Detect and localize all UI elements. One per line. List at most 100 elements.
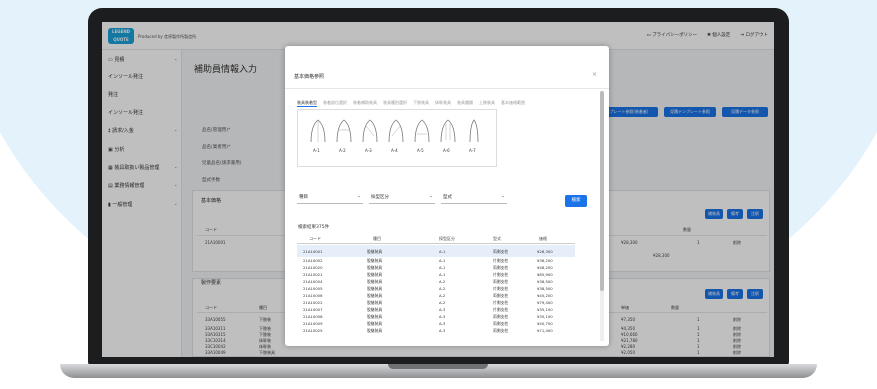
filter-mold-select[interactable] <box>369 203 435 204</box>
shape-label: A-1 <box>313 148 320 153</box>
table-cell: A-1 <box>439 265 446 270</box>
table-cell: 両側支柱 <box>493 328 509 333</box>
table-cell: ¥85,900 <box>537 272 553 277</box>
table-cell: 21A10004 <box>303 279 323 284</box>
shape-label: A-4 <box>391 148 398 153</box>
tab-active[interactable]: 装具装着型 <box>297 100 317 107</box>
table-cell: A-3 <box>439 307 446 312</box>
body-shape-a6[interactable] <box>438 116 458 144</box>
body-shape-a5[interactable] <box>412 116 432 144</box>
table-cell: 21A10002 <box>303 258 323 263</box>
table-cell: 21A10020 <box>303 265 323 270</box>
table-row[interactable]: 21A10008 股継装具 A-3 両側支柱 ¥35,100 <box>297 313 575 320</box>
table-cell: ¥28,300 <box>537 249 553 254</box>
table-cell: 21A10005 <box>303 286 323 291</box>
tab[interactable]: 体幹装具 <box>435 100 451 107</box>
filter-model-select[interactable] <box>441 203 507 204</box>
tab[interactable]: 下肢装具 <box>413 100 429 107</box>
table-row[interactable]: 21A10025 股継装具 A-3 両側支柱 ¥71,400 <box>297 327 575 334</box>
col-header: 採型区分 <box>439 236 455 241</box>
table-row[interactable]: 21A10005 股継装具 A-2 片側支柱 ¥38,500 <box>297 285 575 292</box>
body-shape-a3[interactable] <box>360 116 380 144</box>
table-cell: ¥71,400 <box>537 328 553 333</box>
table-cell: 21A10006 <box>303 293 323 298</box>
body-shape-a2[interactable] <box>334 116 354 144</box>
table-cell: ¥36,200 <box>537 258 553 263</box>
table-cell: A-3 <box>439 321 446 326</box>
close-icon[interactable]: × <box>592 71 597 78</box>
search-button[interactable]: 検索 <box>565 195 587 207</box>
body-shape-a1[interactable] <box>308 116 328 144</box>
body-shape-a4[interactable] <box>386 116 406 144</box>
table-cell: ¥38,500 <box>537 286 553 291</box>
filter-item-select[interactable] <box>297 203 363 204</box>
table-cell: 21A10021 <box>303 272 323 277</box>
table-row[interactable]: 21A10009 股継装具 A-3 両側支柱 ¥40,700 <box>297 320 575 327</box>
chevron-down-icon: ⌄ <box>357 194 361 199</box>
col-header: コード <box>309 236 321 241</box>
tab[interactable]: 装具種別選択 <box>383 100 407 107</box>
table-row[interactable]: 21A10004 股継装具 A-2 両側支柱 ¥38,500 <box>297 278 575 285</box>
laptop-notch <box>388 364 488 369</box>
table-cell: ¥35,100 <box>537 314 553 319</box>
table-cell: 21A10008 <box>303 314 323 319</box>
shape-label: A-7 <box>469 148 476 153</box>
col-header: 価格 <box>539 236 547 241</box>
background: LEGEND QUOTE Produced by 荏原製作所製造所 ▭ プライバ… <box>0 0 877 389</box>
table-cell: 両側支柱 <box>493 249 509 254</box>
table-cell: ¥38,500 <box>537 279 553 284</box>
tab[interactable]: 上肢装具 <box>479 100 495 107</box>
tab[interactable]: 装着部位選択 <box>323 100 347 107</box>
base-price-modal: 基本価格参照 × 装具装着型 装着部位選択 装着補助装具 装具種別選択 下肢装具… <box>285 46 609 346</box>
table-row[interactable]: 21A10006 股継装具 A-2 両側支柱 ¥45,200 <box>297 292 575 299</box>
chevron-down-icon: ⌄ <box>429 194 433 199</box>
modal-tabs: 装具装着型 装着部位選択 装着補助装具 装具種別選択 下肢装具 体幹装具 装具種… <box>297 100 525 107</box>
table-cell: 股継装具 <box>367 328 383 333</box>
scroll-thumb[interactable] <box>600 91 604 291</box>
chevron-down-icon: ⌄ <box>501 194 505 199</box>
table-cell: ¥79,400 <box>537 300 553 305</box>
table-cell: 21A10001 <box>303 249 323 254</box>
body-pattern-selector: A-1 A-2 A-3 A-4 A-5 A-6 A-7 <box>297 109 497 167</box>
result-table: コード 種目 採型区分 型式 価格 21A10001 股継装具 A-1 両側支柱 ¥28… <box>297 232 575 346</box>
table-cell: 21A10022 <box>303 300 323 305</box>
table-cell: A-2 <box>439 293 446 298</box>
table-row[interactable]: 21A10001 股継装具 A-1 両側支柱 ¥28,300 <box>297 245 575 257</box>
table-row[interactable]: 21A10020 股継装具 A-1 両側支柱 ¥48,200 <box>297 264 575 271</box>
table-row[interactable]: 21A10007 股継装具 A-3 片側支柱 ¥35,100 <box>297 306 575 313</box>
shape-label: A-6 <box>443 148 450 153</box>
table-header: コード 種目 採型区分 型式 価格 <box>297 232 575 244</box>
modal-title: 基本価格参照 <box>294 74 325 80</box>
table-cell: A-2 <box>439 300 446 305</box>
table-cell: 21A10009 <box>303 321 323 326</box>
table-cell: A-2 <box>439 279 446 284</box>
table-row[interactable]: 21A10022 股継装具 A-2 片側支柱 ¥79,400 <box>297 299 575 306</box>
table-row[interactable]: 21A10021 股継装具 A-1 片側支柱 ¥85,900 <box>297 271 575 278</box>
table-cell: ¥45,200 <box>537 293 553 298</box>
tab[interactable]: 基本価格範囲 <box>501 100 525 107</box>
table-row[interactable]: 21A10002 股継装具 A-1 片側支柱 ¥36,200 <box>297 257 575 264</box>
scrollbar[interactable] <box>600 91 604 341</box>
table-cell: A-3 <box>439 328 446 333</box>
table-cell: 21A10007 <box>303 307 323 312</box>
col-header: 型式 <box>493 236 501 241</box>
laptop-screen: LEGEND QUOTE Produced by 荏原製作所製造所 ▭ プライバ… <box>102 22 774 357</box>
table-cell: A-1 <box>439 258 446 263</box>
body-shape-a7[interactable] <box>464 116 484 144</box>
table-cell: A-1 <box>439 272 446 277</box>
col-header: 種目 <box>373 236 381 241</box>
table-cell: A-2 <box>439 286 446 291</box>
result-count: 検索結果375件 <box>298 225 330 230</box>
shape-label: A-3 <box>365 148 372 153</box>
table-cell: A-1 <box>439 249 446 254</box>
table-cell: 股継装具 <box>367 249 383 254</box>
tab[interactable]: 装着補助装具 <box>353 100 377 107</box>
filter-mold-type: 採型区分 <box>371 195 389 200</box>
shape-label: A-5 <box>417 148 424 153</box>
filter-item: 種目 <box>299 195 308 200</box>
tab[interactable]: 装具種類 <box>457 100 473 107</box>
table-cell: 21A10025 <box>303 328 323 333</box>
table-cell: ¥40,700 <box>537 321 553 326</box>
filter-model: 型式 <box>443 195 452 200</box>
table-cell: A-3 <box>439 314 446 319</box>
